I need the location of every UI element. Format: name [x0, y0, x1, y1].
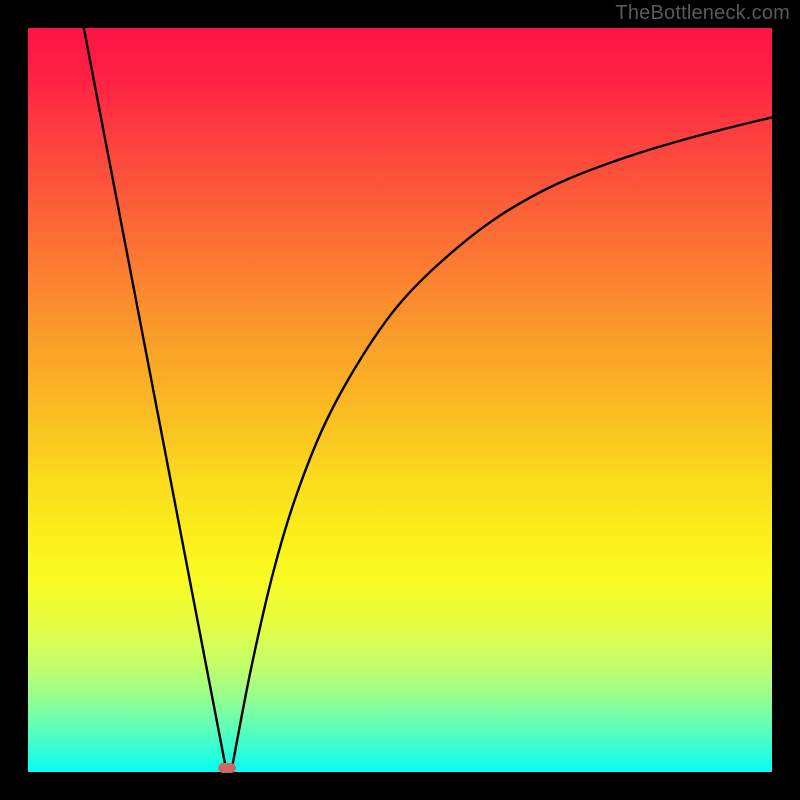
curve-layer: [28, 28, 772, 772]
plot-area: [28, 28, 772, 772]
chart-frame: TheBottleneck.com: [0, 0, 800, 800]
minimum-marker: [218, 763, 236, 773]
attribution-text: TheBottleneck.com: [615, 2, 790, 25]
curve-left-branch: [84, 28, 225, 765]
curve-right-branch: [233, 117, 772, 764]
